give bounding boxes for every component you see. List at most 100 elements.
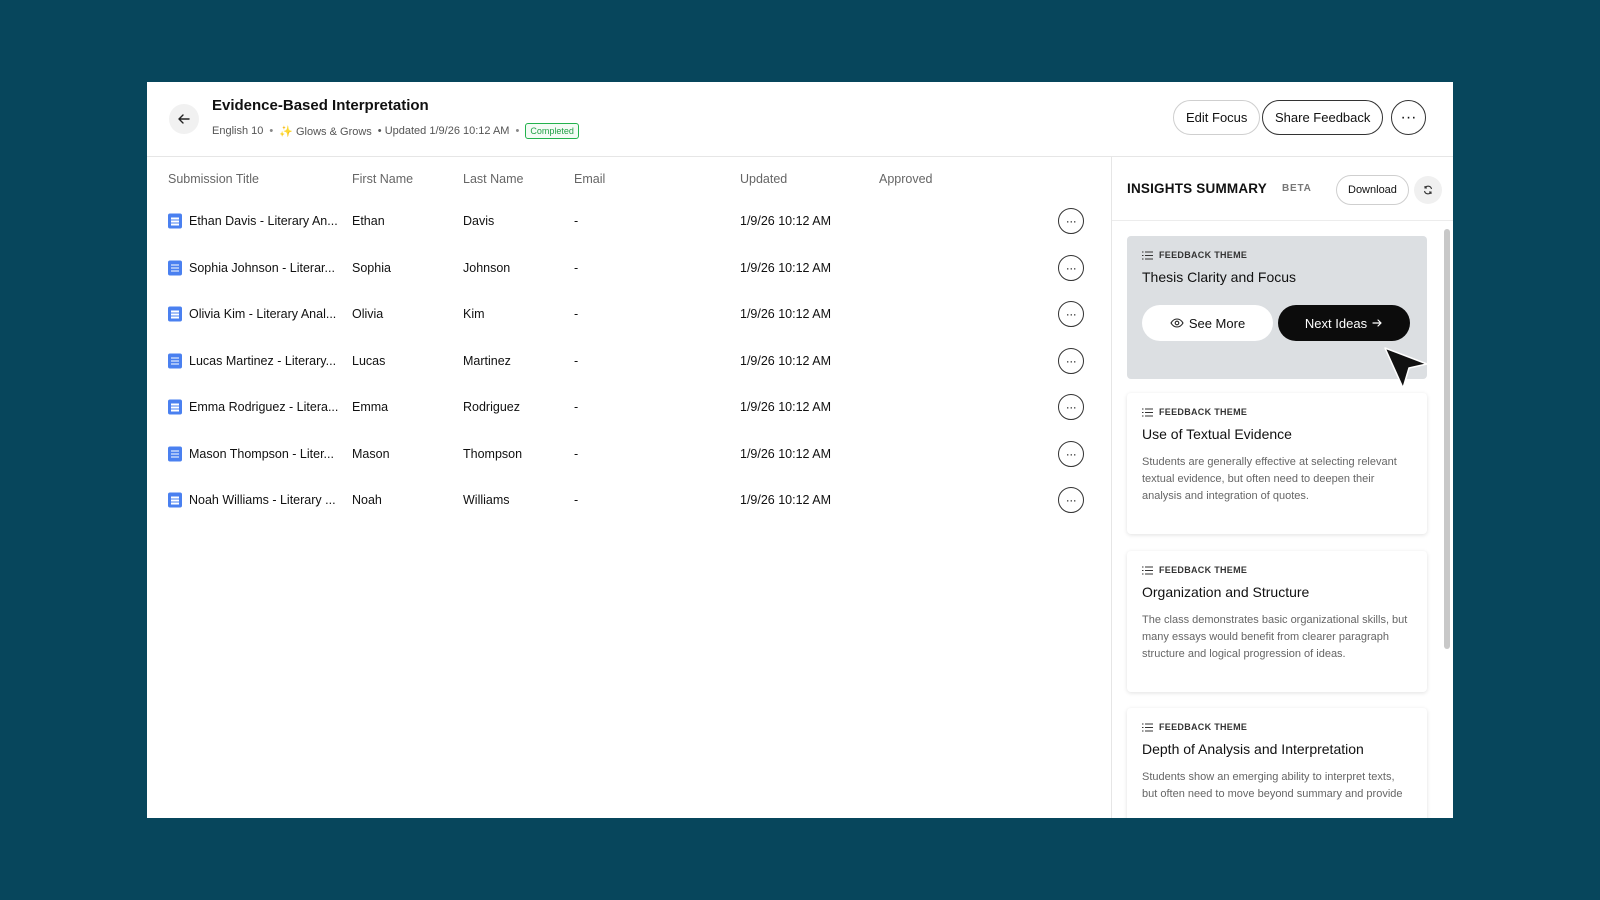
submission-title-link[interactable]: Noah Williams - Literary ...	[189, 493, 336, 507]
list-icon	[1142, 722, 1153, 732]
card-title: Thesis Clarity and Focus	[1142, 269, 1297, 285]
document-icon	[168, 260, 182, 275]
back-button[interactable]	[169, 104, 199, 134]
card-kicker-label: FEEDBACK THEME	[1159, 250, 1248, 260]
insights-title: INSIGHTS SUMMARY	[1127, 181, 1267, 196]
feedback-theme-card[interactable]: FEEDBACK THEME Thesis Clarity and Focus …	[1127, 236, 1427, 379]
row-more-button[interactable]: ···	[1058, 208, 1084, 234]
beta-badge: BETA	[1282, 183, 1312, 194]
updated-cell: 1/9/26 10:12 AM	[740, 214, 832, 228]
document-icon	[168, 213, 182, 229]
first-name-cell: Ethan	[352, 214, 385, 228]
first-name-cell: Lucas	[352, 353, 386, 368]
table-row[interactable]: Ethan Davis - Literary An... Ethan Davis - 1…	[147, 198, 1112, 244]
row-more-button[interactable]: ···	[1058, 487, 1084, 513]
next-ideas-button[interactable]: Next Ideas	[1278, 305, 1410, 341]
feedback-theme-card[interactable]: FEEDBACK THEME Organization and Structur…	[1127, 551, 1427, 692]
last-name-cell: Rodriguez	[463, 400, 520, 414]
updated-cell: 1/9/26 10:12 AM	[740, 400, 832, 414]
table-row[interactable]: Olivia Kim - Literary Anal... Olivia Kim - 1…	[147, 291, 1112, 337]
row-more-button[interactable]: ···	[1058, 301, 1084, 327]
submission-title-link[interactable]: Ethan Davis - Literary An...	[189, 214, 338, 228]
table-row[interactable]: Mason Thompson - Liter... Mason Thompson - 1…	[147, 431, 1112, 477]
arrow-right-icon	[1372, 319, 1382, 327]
arrow-left-icon	[178, 114, 190, 124]
card-actions: See More Next Ideas	[1142, 305, 1412, 341]
column-header-email[interactable]: Email	[574, 172, 605, 186]
card-kicker-label: FEEDBACK THEME	[1159, 565, 1248, 575]
list-icon	[1142, 407, 1153, 417]
last-name-cell: Thompson	[463, 446, 523, 461]
card-description: Students are generally effective at sele…	[1142, 456, 1397, 502]
refresh-button[interactable]	[1414, 176, 1442, 204]
header-more-button[interactable]: ···	[1391, 100, 1426, 135]
first-name-cell: Mason	[352, 446, 390, 461]
column-header-first-name[interactable]: First Name	[352, 172, 413, 186]
page-header: Evidence-Based Interpretation English 10…	[147, 82, 1453, 157]
card-kicker-label: FEEDBACK THEME	[1159, 722, 1248, 732]
card-kicker-label: FEEDBACK THEME	[1159, 407, 1248, 417]
eye-icon	[1170, 318, 1184, 328]
submission-title-link[interactable]: Mason Thompson - Liter...	[189, 447, 334, 461]
column-header-approved[interactable]: Approved	[879, 172, 933, 186]
card-title: Use of Textual Evidence	[1142, 426, 1292, 442]
email-cell: -	[574, 353, 579, 368]
row-more-button[interactable]: ···	[1058, 254, 1084, 281]
submission-title-link[interactable]: Olivia Kim - Literary Anal...	[189, 307, 336, 321]
updated-time: • Updated 1/9/26 10:12 AM	[377, 125, 510, 137]
submission-title-link[interactable]: Sophia Johnson - Literar...	[189, 261, 335, 275]
feedback-theme-card[interactable]: FEEDBACK THEME Depth of Analysis and Int…	[1127, 708, 1427, 818]
document-icon	[168, 446, 182, 461]
email-cell: -	[574, 400, 579, 414]
table-row[interactable]: Emma Rodriguez - Litera... Emma Rodriguez -…	[147, 384, 1112, 430]
column-header-updated[interactable]: Updated	[740, 172, 787, 186]
email-cell: -	[574, 446, 579, 461]
updated-cell: 1/9/26 10:12 AM	[740, 446, 832, 461]
page-meta: English 10 • ✨ Glows & Grows • Updated 1…	[212, 123, 579, 139]
card-title: Depth of Analysis and Interpretation	[1142, 741, 1364, 757]
document-icon	[168, 306, 182, 322]
column-header-last-name[interactable]: Last Name	[463, 172, 523, 186]
updated-cell: 1/9/26 10:12 AM	[740, 493, 832, 507]
list-icon	[1142, 565, 1153, 575]
see-more-label: See More	[1188, 315, 1246, 331]
focus-label: ✨ Glows & Grows	[279, 125, 372, 138]
document-icon	[168, 492, 182, 508]
insights-header: INSIGHTS SUMMARY BETA Download	[1112, 157, 1453, 221]
course-name: English 10	[212, 125, 264, 137]
row-more-button[interactable]: ···	[1058, 347, 1084, 374]
document-icon	[168, 399, 182, 415]
first-name-cell: Emma	[352, 400, 389, 414]
edit-focus-button[interactable]: Edit Focus	[1173, 100, 1261, 135]
card-kicker: FEEDBACK THEME	[1142, 407, 1412, 417]
document-icon	[168, 353, 182, 368]
last-name-cell: Davis	[463, 214, 495, 228]
card-title: Organization and Structure	[1142, 584, 1310, 600]
sidebar-scrollbar[interactable]	[1444, 229, 1450, 649]
table-row[interactable]: Lucas Martinez - Literary... Lucas Martine…	[147, 338, 1112, 384]
row-more-button[interactable]: ···	[1058, 440, 1084, 467]
email-cell: -	[574, 214, 579, 228]
last-name-cell: Williams	[463, 493, 510, 507]
updated-cell: 1/9/26 10:12 AM	[740, 260, 832, 275]
first-name-cell: Sophia	[352, 260, 391, 275]
status-badge: Completed	[525, 123, 579, 139]
table-row[interactable]: Noah Williams - Literary ... Noah Williams…	[147, 477, 1112, 523]
submission-title-link[interactable]: Lucas Martinez - Literary...	[189, 354, 336, 368]
cursor-icon	[1384, 347, 1428, 389]
submission-title-link[interactable]: Emma Rodriguez - Litera...	[189, 400, 338, 414]
see-more-button[interactable]: See More	[1142, 305, 1273, 341]
sparkle-icon: ✨	[279, 125, 293, 138]
column-header-submission-title[interactable]: Submission Title	[168, 172, 259, 186]
refresh-icon	[1423, 185, 1433, 195]
share-feedback-button[interactable]: Share Feedback	[1262, 100, 1384, 135]
updated-cell: 1/9/26 10:12 AM	[740, 353, 832, 368]
table-row[interactable]: Sophia Johnson - Literar... Sophia Johnson…	[147, 245, 1112, 291]
download-button[interactable]: Download	[1336, 175, 1409, 205]
meta-separator: •	[515, 125, 520, 137]
page-title: Evidence-Based Interpretation	[212, 97, 429, 114]
feedback-theme-card[interactable]: FEEDBACK THEME Use of Textual Evidence S…	[1127, 393, 1427, 534]
next-ideas-label: Next Ideas	[1304, 315, 1368, 331]
card-kicker: FEEDBACK THEME	[1142, 722, 1412, 732]
row-more-button[interactable]: ···	[1058, 394, 1084, 420]
